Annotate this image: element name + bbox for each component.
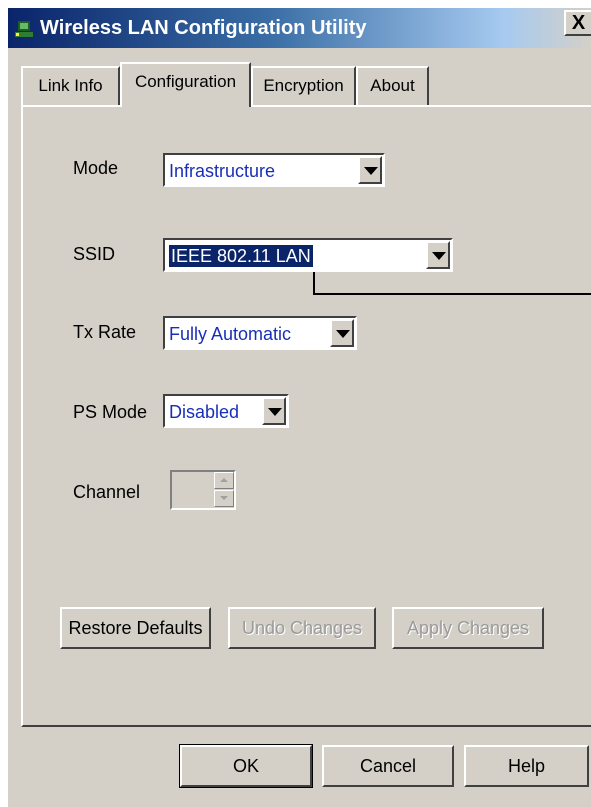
undo-changes-button: Undo Changes bbox=[228, 607, 376, 649]
restore-defaults-button[interactable]: Restore Defaults bbox=[60, 607, 211, 649]
tx-rate-value: Fully Automatic bbox=[169, 324, 292, 344]
chevron-down-icon[interactable] bbox=[262, 397, 286, 425]
chevron-down-icon[interactable] bbox=[358, 156, 382, 184]
ps-mode-label: PS Mode bbox=[73, 402, 148, 422]
ps-mode-value: Disabled bbox=[169, 402, 240, 422]
channel-spinner bbox=[170, 470, 236, 510]
tab-encryption[interactable]: Encryption bbox=[251, 66, 356, 105]
ssid-value[interactable]: IEEE 802.11 LAN bbox=[169, 245, 313, 267]
channel-label: Channel bbox=[73, 482, 141, 502]
tab-about[interactable]: About bbox=[356, 66, 429, 105]
cancel-button[interactable]: Cancel bbox=[322, 745, 454, 787]
title-bar[interactable]: Wireless LAN Configuration Utility bbox=[8, 8, 591, 48]
mode-label: Mode bbox=[73, 158, 119, 178]
ssid-combobox[interactable]: IEEE 802.11 LAN bbox=[163, 238, 453, 272]
help-button[interactable]: Help bbox=[464, 745, 589, 787]
ok-button[interactable]: OK bbox=[179, 744, 313, 788]
mode-select[interactable]: Infrastructure bbox=[163, 153, 385, 187]
callout-line bbox=[313, 272, 591, 295]
window-title: Wireless LAN Configuration Utility bbox=[40, 17, 367, 39]
chevron-down-icon[interactable] bbox=[330, 319, 354, 347]
tx-rate-label: Tx Rate bbox=[73, 322, 137, 342]
tab-link-info[interactable]: Link Info bbox=[21, 66, 120, 105]
chevron-down-icon[interactable] bbox=[426, 241, 450, 269]
spin-up-icon bbox=[214, 472, 234, 489]
ssid-label: SSID bbox=[73, 244, 116, 264]
apply-changes-button: Apply Changes bbox=[392, 607, 544, 649]
wireless-network-icon bbox=[15, 21, 33, 37]
tx-rate-select[interactable]: Fully Automatic bbox=[163, 316, 357, 350]
tab-configuration[interactable]: Configuration bbox=[120, 62, 251, 107]
app-window: Wireless LAN Configuration Utility X Lin… bbox=[0, 0, 591, 807]
close-icon: X bbox=[571, 12, 586, 34]
mode-value: Infrastructure bbox=[169, 161, 276, 181]
close-button[interactable]: X bbox=[564, 10, 591, 36]
ps-mode-select[interactable]: Disabled bbox=[163, 394, 289, 428]
spin-down-icon bbox=[214, 490, 234, 507]
